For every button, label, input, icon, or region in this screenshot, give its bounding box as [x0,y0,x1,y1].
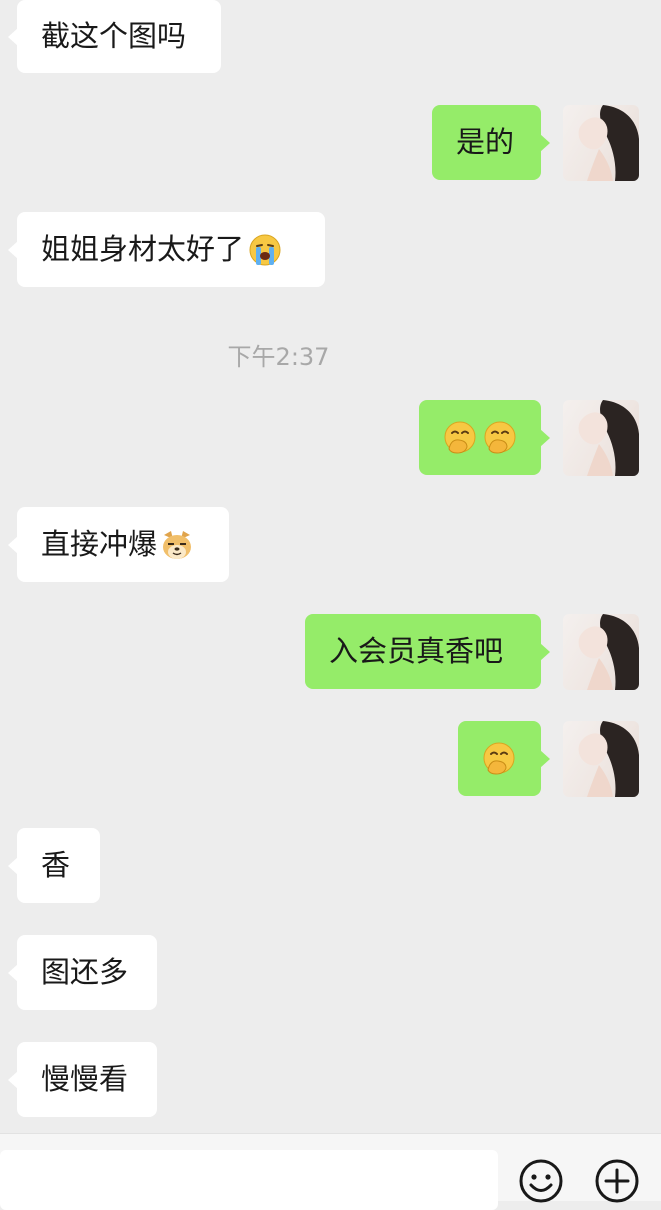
avatar[interactable] [563,721,639,797]
face-with-hand-over-mouth-icon [480,740,518,778]
avatar[interactable] [563,400,639,476]
avatar[interactable] [563,105,639,181]
incoming-message[interactable]: 截这个图吗 [8,0,221,73]
face-with-hand-over-mouth-icon [481,419,519,457]
message-input[interactable] [0,1150,498,1210]
loudly-crying-face-icon [248,233,282,267]
message-timestamp: 下午2:37 [227,343,330,371]
face-with-hand-over-mouth-icon [441,419,479,457]
message-text: 截这个图吗 [41,19,187,53]
outgoing-message[interactable]: 是的 [432,105,550,180]
incoming-message[interactable]: 图还多 [8,935,157,1010]
outgoing-message[interactable]: 入会员真香吧 [305,614,550,689]
message-text: 慢慢看 [41,1062,129,1096]
plus-icon[interactable] [594,1158,640,1204]
outgoing-message[interactable] [419,400,550,475]
message-text: 姐姐身材太好了 [41,232,245,266]
message-text: 直接冲爆 [41,527,158,561]
avatar[interactable] [563,614,639,690]
incoming-message[interactable]: 姐姐身材太好了 [8,212,325,287]
message-text: 是的 [456,125,515,159]
incoming-message[interactable]: 香 [8,828,100,903]
message-text: 图还多 [41,955,129,989]
message-text: 香 [41,848,71,882]
message-text: 入会员真香吧 [329,634,504,668]
incoming-message[interactable]: 慢慢看 [8,1042,157,1117]
doge-icon [159,527,195,563]
incoming-message[interactable]: 直接冲爆 [8,507,229,582]
input-bar [0,1133,661,1210]
outgoing-message[interactable] [458,721,550,796]
smiley-icon[interactable] [518,1158,564,1204]
